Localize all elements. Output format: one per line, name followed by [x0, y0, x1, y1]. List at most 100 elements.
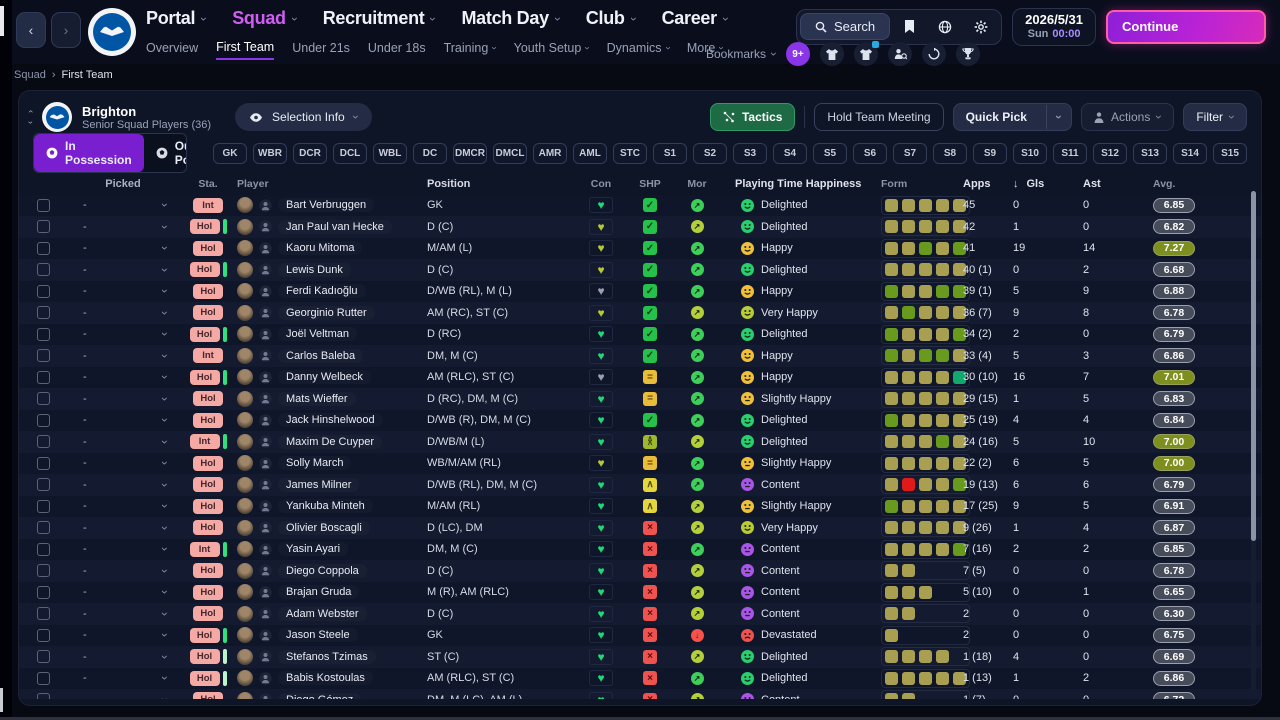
row-checkbox[interactable] — [36, 413, 50, 427]
player-cell[interactable]: Jason Steele — [237, 627, 427, 644]
row-checkbox[interactable] — [36, 349, 50, 363]
in-possession-tab[interactable]: In Possession — [34, 134, 144, 172]
player-cell[interactable]: Carlos Baleba — [237, 347, 427, 364]
player-cell[interactable]: Jan Paul van Hecke — [237, 218, 427, 235]
row-checkbox[interactable] — [36, 671, 50, 685]
position-chip-s15[interactable]: S15 — [1213, 142, 1247, 164]
row-checkbox[interactable] — [36, 607, 50, 621]
player-name[interactable]: Ferdi Kadıoğlu — [278, 284, 366, 298]
row-checkbox[interactable] — [36, 370, 50, 384]
player-cell[interactable]: Georginio Rutter — [237, 304, 427, 321]
table-row[interactable]: - › Hol Ferdi Kadıoğlu D/WB (RL), M (L) ♥ ✓ ↗ Ha… — [19, 281, 1261, 303]
row-checkbox[interactable] — [36, 542, 50, 556]
table-row[interactable]: - › Hol Diego Coppola D (C) ♥ × ↗ Content 7 (5) 0 0… — [19, 560, 1261, 582]
position-chip-dcl[interactable]: DCL — [333, 142, 367, 164]
filter-dropdown[interactable]: Filter › — [1183, 103, 1247, 131]
column-header-sta-[interactable]: Sta. — [179, 178, 237, 190]
scrollbar-thumb[interactable] — [1251, 191, 1256, 541]
kit-icon[interactable] — [820, 42, 844, 66]
column-header-position[interactable]: Position — [427, 178, 577, 190]
position-chip-amr[interactable]: AMR — [533, 142, 567, 164]
player-name[interactable]: Bart Verbruggen — [278, 198, 374, 212]
player-cell[interactable]: Olivier Boscagli — [237, 519, 427, 536]
row-checkbox[interactable] — [36, 521, 50, 535]
player-cell[interactable]: Yankuba Minteh — [237, 498, 427, 515]
globe-icon[interactable] — [928, 13, 962, 41]
table-row[interactable]: - › Hol Adam Webster D (C) ♥ × ↗ Content 2 0 0 6.30 — [19, 603, 1261, 625]
player-cell[interactable]: Danny Welbeck — [237, 369, 427, 386]
picked-dropdown[interactable]: -› — [67, 629, 179, 641]
table-row[interactable]: - › Hol Babis Kostoulas AM (RLC), ST (C) ♥ × ↗ D… — [19, 668, 1261, 690]
forward-button[interactable]: › — [51, 12, 81, 48]
main-nav-recruitment[interactable]: Recruitment › — [323, 8, 441, 29]
row-checkbox[interactable] — [36, 693, 50, 699]
row-checkbox[interactable] — [36, 392, 50, 406]
row-checkbox[interactable] — [36, 564, 50, 578]
column-header-form[interactable]: Form — [861, 178, 963, 190]
table-row[interactable]: - › Hol James Milner D/WB (RL), DM, M (C) ♥ ∧ ↗… — [19, 474, 1261, 496]
player-name[interactable]: Adam Webster — [278, 607, 367, 621]
player-cell[interactable]: Kaoru Mitoma — [237, 240, 427, 257]
table-row[interactable]: - › Int Maxim De Cuyper D/WB/M (L) ♥ ∧ ∧ ↗ Deligh… — [19, 431, 1261, 453]
bookmarks-button[interactable]: Bookmarks › — [706, 47, 781, 61]
picked-dropdown[interactable]: -› — [67, 436, 179, 448]
sub-nav-first-team[interactable]: First Team — [216, 40, 275, 60]
inbox-badge-icon[interactable]: 9+ — [786, 42, 810, 66]
sync-icon[interactable] — [922, 42, 946, 66]
column-header-playing-time-happiness[interactable]: Playing Time Happiness — [719, 178, 861, 190]
picked-dropdown[interactable]: -› — [67, 543, 179, 555]
row-checkbox[interactable] — [36, 220, 50, 234]
row-checkbox[interactable] — [36, 478, 50, 492]
table-row[interactable]: - › Hol Danny Welbeck AM (RLC), ST (C) ♥ = ↗ Hap… — [19, 367, 1261, 389]
player-cell[interactable]: Ferdi Kadıoğlu — [237, 283, 427, 300]
table-row[interactable]: - › Hol Kaoru Mitoma M/AM (L) ♥ ✓ ↗ Happy 41 19 14 7… — [19, 238, 1261, 260]
row-checkbox[interactable] — [36, 585, 50, 599]
main-nav-career[interactable]: Career › — [662, 8, 733, 29]
position-chip-s2[interactable]: S2 — [693, 142, 727, 164]
player-name[interactable]: James Milner — [278, 478, 359, 492]
position-chip-s14[interactable]: S14 — [1173, 142, 1207, 164]
position-chip-s9[interactable]: S9 — [973, 142, 1007, 164]
picked-dropdown[interactable]: -› — [67, 371, 179, 383]
picked-dropdown[interactable]: -› — [67, 565, 179, 577]
player-cell[interactable]: Babis Kostoulas — [237, 670, 427, 687]
position-chip-dcr[interactable]: DCR — [293, 142, 327, 164]
table-row[interactable]: - › Hol Jason Steele GK ♥ × ↓ Devastated 2 0 0 6.75 — [19, 625, 1261, 647]
player-cell[interactable]: James Milner — [237, 476, 427, 493]
out-of-possession-tab[interactable]: Out of Possession — [143, 134, 186, 172]
column-header-avg-[interactable]: Avg. — [1145, 178, 1225, 190]
position-chip-s8[interactable]: S8 — [933, 142, 967, 164]
player-cell[interactable]: Mats Wieffer — [237, 390, 427, 407]
sub-nav-under-21s[interactable]: Under 21s — [292, 41, 350, 59]
sort-desc-icon[interactable]: ↓ — [1013, 178, 1019, 190]
row-checkbox[interactable] — [36, 241, 50, 255]
position-chip-aml[interactable]: AML — [573, 142, 607, 164]
column-header-shp[interactable]: SHP — [625, 178, 675, 190]
player-name[interactable]: Georginio Rutter — [278, 306, 375, 320]
player-cell[interactable]: Solly March — [237, 455, 427, 472]
selection-info-dropdown[interactable]: Selection Info › — [235, 103, 372, 131]
table-row[interactable]: - › Hol Jack Hinshelwood D/WB (R), DM, M (C)… — [19, 410, 1261, 432]
club-crest[interactable] — [88, 8, 136, 56]
table-row[interactable]: - › Int Bart Verbruggen GK ♥ ✓ ↗ Delighted 45 0 0 6.… — [19, 195, 1261, 217]
player-name[interactable]: Carlos Baleba — [278, 349, 363, 363]
player-name[interactable]: Mats Wieffer — [278, 392, 356, 406]
position-chip-s13[interactable]: S13 — [1133, 142, 1167, 164]
table-scrollbar[interactable] — [1251, 191, 1256, 691]
sub-nav-under-18s[interactable]: Under 18s — [368, 41, 426, 59]
player-cell[interactable]: Yasin Ayari — [237, 541, 427, 558]
player-name[interactable]: Diego Coppola — [278, 564, 367, 578]
bookmark-icon[interactable] — [892, 13, 926, 41]
gear-icon[interactable] — [964, 13, 998, 41]
scouting-icon[interactable] — [888, 42, 912, 66]
picked-dropdown[interactable]: -› — [67, 651, 179, 663]
position-chip-s5[interactable]: S5 — [813, 142, 847, 164]
column-header-ast[interactable]: Ast — [1073, 178, 1145, 190]
collapse-down-icon[interactable]: › — [26, 121, 36, 124]
player-name[interactable]: Joël Veltman — [278, 327, 357, 341]
table-row[interactable]: - › Hol Brajan Gruda M (R), AM (RLC) ♥ × ↗ Conte… — [19, 582, 1261, 604]
player-cell[interactable]: Diego Gómez — [237, 691, 427, 699]
position-chip-s7[interactable]: S7 — [893, 142, 927, 164]
player-cell[interactable]: Bart Verbruggen — [237, 197, 427, 214]
picked-dropdown[interactable]: -› — [67, 307, 179, 319]
